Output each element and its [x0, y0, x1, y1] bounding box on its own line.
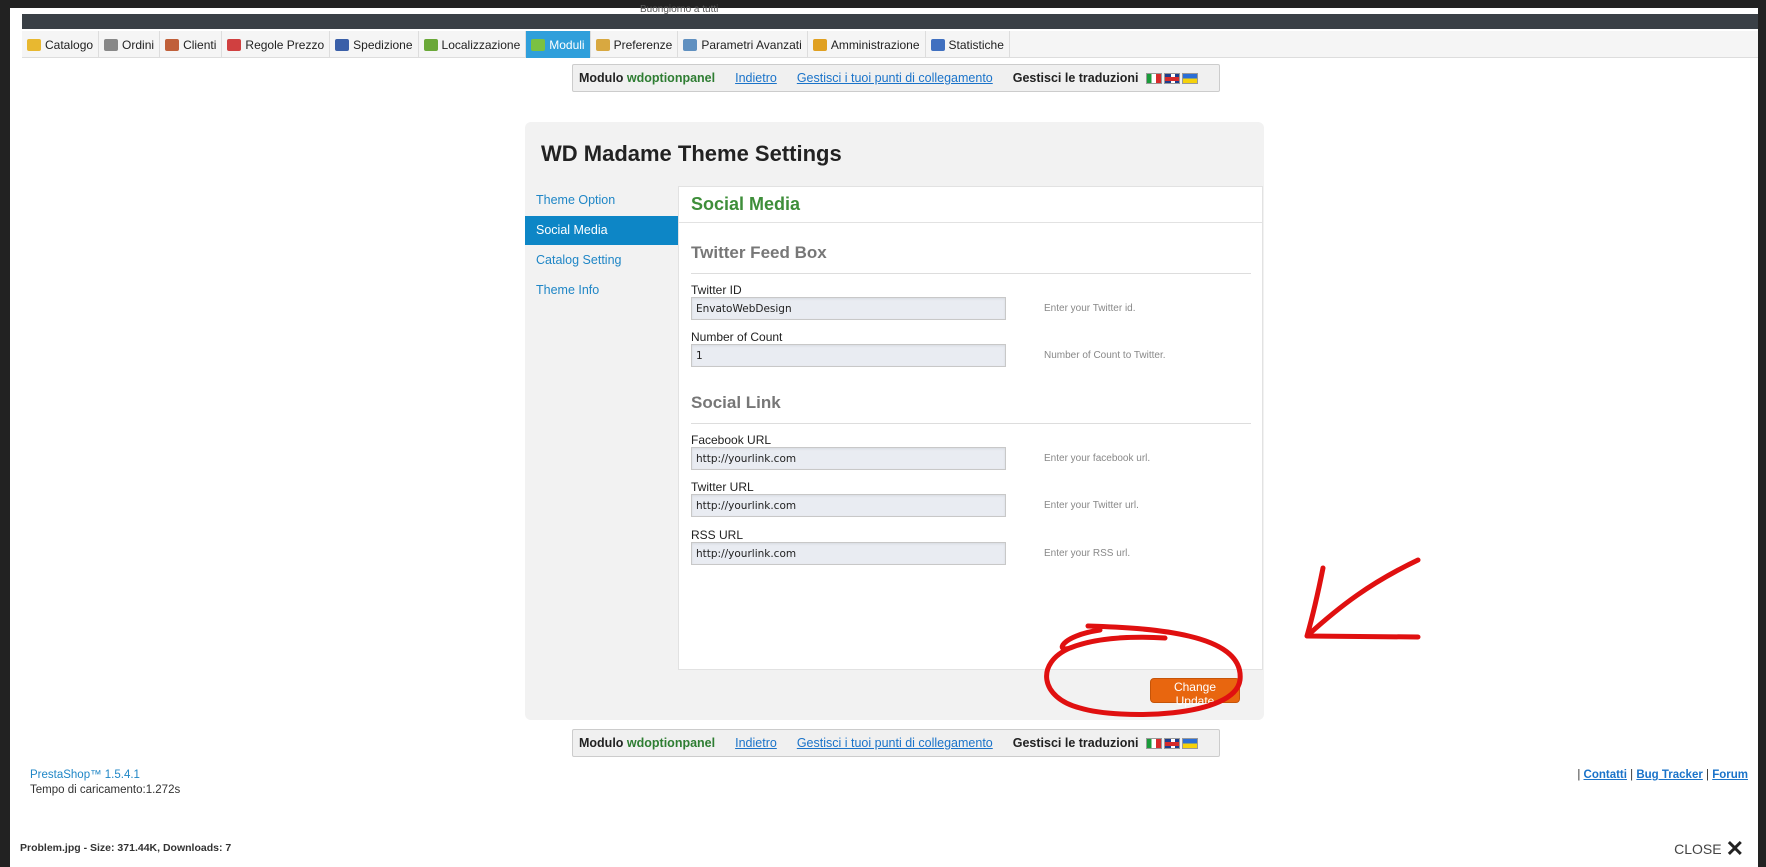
- bar-chart-icon: [930, 38, 945, 51]
- nav-social-media[interactable]: Social Media: [525, 216, 678, 245]
- folder-icon: [27, 38, 41, 51]
- tab-clienti[interactable]: Clienti: [160, 31, 223, 58]
- file-info: Problem.jpg - Size: 371.44K, Downloads: …: [20, 842, 232, 854]
- translations-label: Gestisci le traduzioni: [1012, 71, 1139, 85]
- change-update-button[interactable]: Change Update: [1150, 678, 1240, 708]
- close-button[interactable]: CLOSE ✕: [1674, 836, 1744, 861]
- preferences-icon: [595, 38, 610, 51]
- nav-catalog-setting[interactable]: Catalog Setting: [525, 246, 678, 275]
- facebook-url-label: Facebook URL: [691, 433, 772, 447]
- tab-moduli[interactable]: Moduli: [526, 31, 591, 58]
- tab-label: Preferenze: [613, 37, 673, 52]
- tab-label: Localizzazione: [441, 37, 521, 52]
- puzzle-icon: [531, 38, 546, 51]
- manage-hooks-link[interactable]: Gestisci i tuoi punti di collegamento: [797, 736, 993, 750]
- truck-icon: [335, 38, 350, 51]
- module-toolbar-bottom: Modulo wdoptionpanel Indietro Gestisci i…: [572, 729, 1220, 757]
- tab-amministrazione[interactable]: Amministrazione: [808, 31, 926, 58]
- annotation-arrow: [1304, 557, 1421, 640]
- translations-label: Gestisci le traduzioni: [1012, 736, 1139, 750]
- tab-preferenze[interactable]: Preferenze: [591, 31, 679, 58]
- settings-sidenav: Theme Option Social Media Catalog Settin…: [525, 186, 678, 306]
- language-flags: [1146, 72, 1199, 84]
- english-flag-icon[interactable]: [1164, 72, 1181, 84]
- tab-spedizione[interactable]: Spedizione: [330, 31, 419, 58]
- close-icon: ✕: [1725, 836, 1744, 861]
- italian-flag-icon[interactable]: [1146, 737, 1163, 749]
- contacts-link[interactable]: Contatti: [1584, 769, 1627, 781]
- image-frame: Buongiorno a tutti Catalogo Ordini Clienti…: [10, 4, 1758, 867]
- panel-title: WD Madame Theme Settings: [541, 141, 842, 166]
- rss-url-input[interactable]: [691, 542, 1006, 565]
- manage-hooks-link[interactable]: Gestisci i tuoi punti di collegamento: [797, 71, 993, 85]
- load-time: Tempo di caricamento:1.272s: [30, 784, 181, 796]
- module-toolbar-top: Modulo wdoptionpanel Indietro Gestisci i…: [572, 64, 1220, 92]
- theme-settings-panel: WD Madame Theme Settings Theme Option So…: [525, 122, 1264, 720]
- close-label: CLOSE: [1674, 841, 1722, 857]
- settings-content: Social Media Twitter Feed Box Twitter ID…: [678, 186, 1263, 670]
- twitter-feed-section-title: Twitter Feed Box: [691, 243, 827, 262]
- twitter-url-input[interactable]: [691, 494, 1006, 517]
- count-label: Number of Count: [691, 330, 783, 344]
- rss-url-label: RSS URL: [691, 528, 744, 542]
- twitter-url-help: Enter your Twitter url.: [1044, 500, 1139, 511]
- tab-label: Regole Prezzo: [245, 37, 325, 52]
- person-icon: [165, 38, 180, 51]
- key-icon: [812, 38, 827, 51]
- top-header-bar: [22, 14, 1758, 29]
- nav-theme-info[interactable]: Theme Info: [525, 276, 678, 305]
- tab-localizzazione[interactable]: Localizzazione: [419, 31, 527, 58]
- tab-catalogo[interactable]: Catalogo: [22, 31, 100, 58]
- prestashop-version[interactable]: PrestaShop™ 1.5.4.1: [30, 769, 140, 781]
- tab-label: Statistiche: [948, 37, 1004, 52]
- content-title: Social Media: [679, 187, 1262, 223]
- twitter-id-input[interactable]: [691, 297, 1006, 320]
- globe-icon: [423, 38, 438, 51]
- wrench-icon: [683, 38, 698, 51]
- back-link[interactable]: Indietro: [735, 736, 777, 750]
- tab-ordini[interactable]: Ordini: [99, 31, 161, 58]
- tab-regole-prezzo[interactable]: Regole Prezzo: [222, 31, 331, 58]
- bug-tracker-link[interactable]: Bug Tracker: [1636, 769, 1702, 781]
- facebook-url-help: Enter your facebook url.: [1044, 453, 1151, 464]
- module-label: Modulo wdoptionpanel: [579, 71, 716, 85]
- forum-link[interactable]: Forum: [1712, 769, 1748, 781]
- tab-label: Amministrazione: [830, 37, 920, 52]
- social-link-section-title: Social Link: [691, 393, 781, 412]
- module-label: Modulo wdoptionpanel: [579, 736, 716, 750]
- cart-icon: [104, 38, 119, 51]
- section-divider: [691, 423, 1251, 424]
- twitter-id-label: Twitter ID: [691, 283, 742, 297]
- tab-label: Spedizione: [353, 37, 413, 52]
- twitter-url-label: Twitter URL: [691, 480, 754, 494]
- nav-theme-option[interactable]: Theme Option: [525, 186, 678, 215]
- italian-flag-icon[interactable]: [1146, 72, 1163, 84]
- rss-url-help: Enter your RSS url.: [1044, 548, 1131, 559]
- count-help: Number of Count to Twitter.: [1044, 350, 1166, 361]
- english-flag-icon[interactable]: [1164, 737, 1181, 749]
- ukrainian-flag-icon[interactable]: [1182, 737, 1199, 749]
- language-flags: [1146, 737, 1199, 749]
- facebook-url-input[interactable]: [691, 447, 1006, 470]
- twitter-id-help: Enter your Twitter id.: [1044, 303, 1136, 314]
- section-divider: [691, 273, 1251, 274]
- count-input[interactable]: [691, 344, 1006, 367]
- back-link[interactable]: Indietro: [735, 71, 777, 85]
- tab-statistiche[interactable]: Statistiche: [926, 31, 1010, 58]
- tab-label: Catalogo: [45, 37, 94, 52]
- price-rules-icon: [227, 38, 242, 51]
- tab-label: Moduli: [549, 37, 585, 52]
- tab-parametri-avanzati[interactable]: Parametri Avanzati: [678, 31, 808, 58]
- footer-links: | Contatti | Bug Tracker | Forum: [1577, 769, 1748, 781]
- tab-label: Ordini: [122, 37, 155, 52]
- main-tab-bar: Catalogo Ordini Clienti Regole Prezzo Spediz…: [22, 31, 1758, 58]
- ukrainian-flag-icon[interactable]: [1182, 72, 1199, 84]
- tab-label: Clienti: [183, 37, 217, 52]
- tab-label: Parametri Avanzati: [701, 37, 802, 52]
